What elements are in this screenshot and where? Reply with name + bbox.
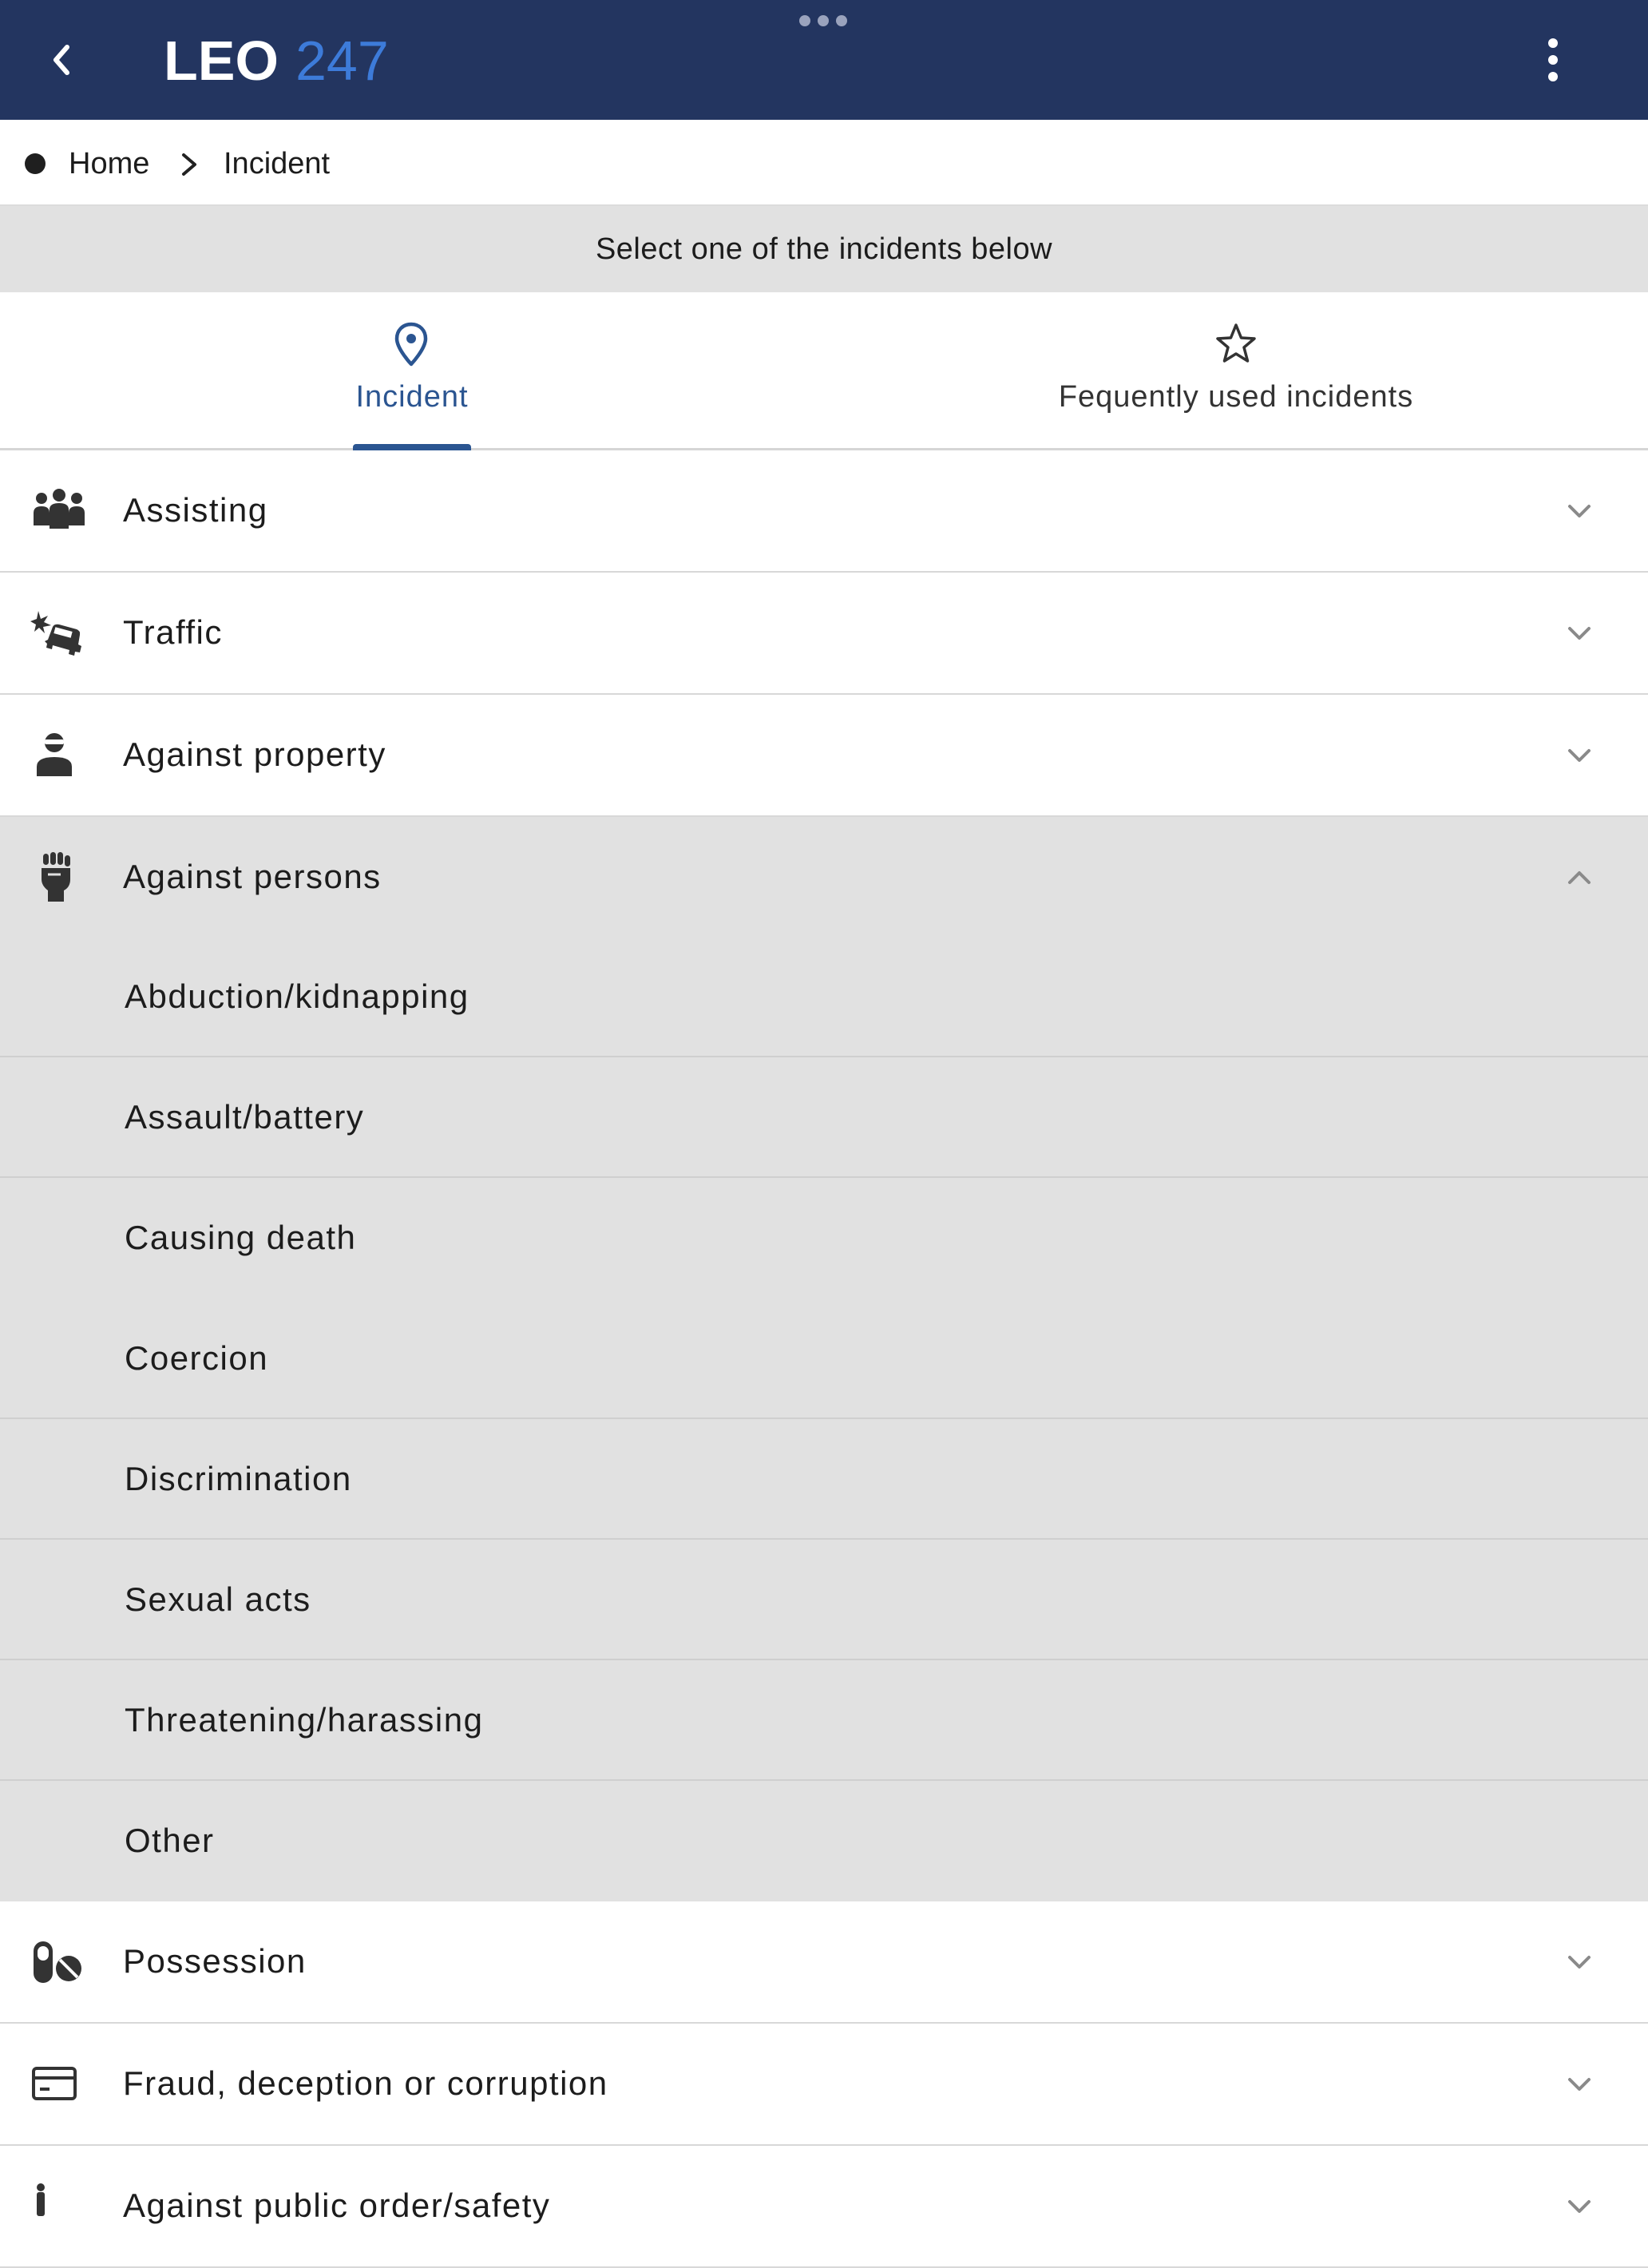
category-label: Traffic	[123, 613, 223, 651]
app-logo: LEO 247	[164, 32, 389, 86]
tab-incident[interactable]: Incident	[0, 292, 824, 450]
chevron-down-icon[interactable]	[1565, 2192, 1594, 2221]
public-order-icon	[37, 2183, 45, 2216]
category-row-fraud[interactable]: Fraud, deception or corruption	[0, 2024, 1648, 2146]
list-item[interactable]: Assault/battery	[0, 1057, 1648, 1178]
list-item-label: Causing death	[125, 1219, 357, 1256]
category-row-assisting[interactable]: Assisting	[0, 450, 1648, 573]
against-persons-subitems: Abduction/kidnapping Assault/battery Cau…	[0, 937, 1648, 1901]
incident-category-list: Assisting Traffic Against property Again…	[0, 450, 1648, 2268]
thief-icon	[37, 733, 72, 776]
category-label: Against public order/safety	[123, 2187, 551, 2224]
chevron-right-icon	[182, 153, 196, 176]
kebab-menu-icon[interactable]	[1529, 34, 1577, 86]
chevron-down-icon[interactable]	[1565, 2070, 1594, 2099]
logo-main-text: LEO	[164, 32, 279, 86]
list-item[interactable]: Threatening/harassing	[0, 1660, 1648, 1781]
chevron-down-icon[interactable]	[1565, 1948, 1594, 1977]
breadcrumb-home-link[interactable]: Home	[69, 144, 149, 184]
list-item[interactable]: Causing death	[0, 1178, 1648, 1299]
category-label: Fraud, deception or corruption	[123, 2064, 608, 2102]
chevron-down-icon[interactable]	[1565, 619, 1594, 648]
breadcrumb-dot-icon	[25, 153, 46, 174]
list-item-label: Other	[125, 1822, 215, 1859]
category-row-against-persons[interactable]: Against persons	[0, 817, 1648, 937]
list-item[interactable]: Coercion	[0, 1299, 1648, 1419]
map-pin-icon	[394, 322, 428, 367]
instruction-banner: Select one of the incidents below	[0, 206, 1648, 292]
category-row-public-order[interactable]: Against public order/safety	[0, 2146, 1648, 2268]
more-dots-icon[interactable]	[797, 11, 850, 30]
category-label: Against persons	[123, 858, 382, 895]
list-item-label: Threatening/harassing	[125, 1701, 484, 1739]
list-item-label: Discrimination	[125, 1460, 352, 1497]
chevron-down-icon[interactable]	[1565, 741, 1594, 770]
back-arrow-icon[interactable]	[38, 36, 86, 84]
list-item[interactable]: Other	[0, 1781, 1648, 1901]
tab-frequently-used-label: Fequently used incidents	[1058, 380, 1414, 414]
list-item[interactable]: Discrimination	[0, 1419, 1648, 1540]
breadcrumb: Home Incident	[0, 120, 1648, 206]
tab-frequently-used[interactable]: Fequently used incidents	[824, 292, 1648, 450]
chevron-up-icon[interactable]	[1565, 863, 1594, 892]
list-item-label: Assault/battery	[125, 1098, 365, 1136]
category-row-possession[interactable]: Possession	[0, 1901, 1648, 2024]
category-row-traffic[interactable]: Traffic	[0, 573, 1648, 695]
list-item-label: Sexual acts	[125, 1580, 311, 1618]
app-header: LEO 247	[0, 0, 1648, 120]
fist-icon	[42, 852, 70, 902]
breadcrumb-current: Incident	[224, 147, 331, 180]
chevron-down-icon[interactable]	[1565, 497, 1594, 525]
active-tab-indicator	[353, 444, 471, 450]
logo-accent-text: 247	[295, 32, 389, 86]
list-item-label: Coercion	[125, 1339, 269, 1377]
star-icon	[1216, 323, 1256, 363]
pills-icon	[34, 1941, 81, 1983]
category-label: Possession	[123, 1942, 307, 1980]
category-row-against-property[interactable]: Against property	[0, 695, 1648, 817]
list-item[interactable]: Abduction/kidnapping	[0, 937, 1648, 1057]
tab-bar: Incident Fequently used incidents	[0, 292, 1648, 450]
credit-card-icon	[32, 2067, 77, 2100]
category-label: Against property	[123, 736, 386, 773]
people-group-icon	[34, 489, 85, 529]
car-crash-icon	[30, 611, 81, 656]
category-label: Assisting	[123, 491, 268, 529]
list-item[interactable]: Sexual acts	[0, 1540, 1648, 1660]
list-item-label: Abduction/kidnapping	[125, 977, 469, 1015]
tab-incident-label: Incident	[355, 380, 469, 414]
